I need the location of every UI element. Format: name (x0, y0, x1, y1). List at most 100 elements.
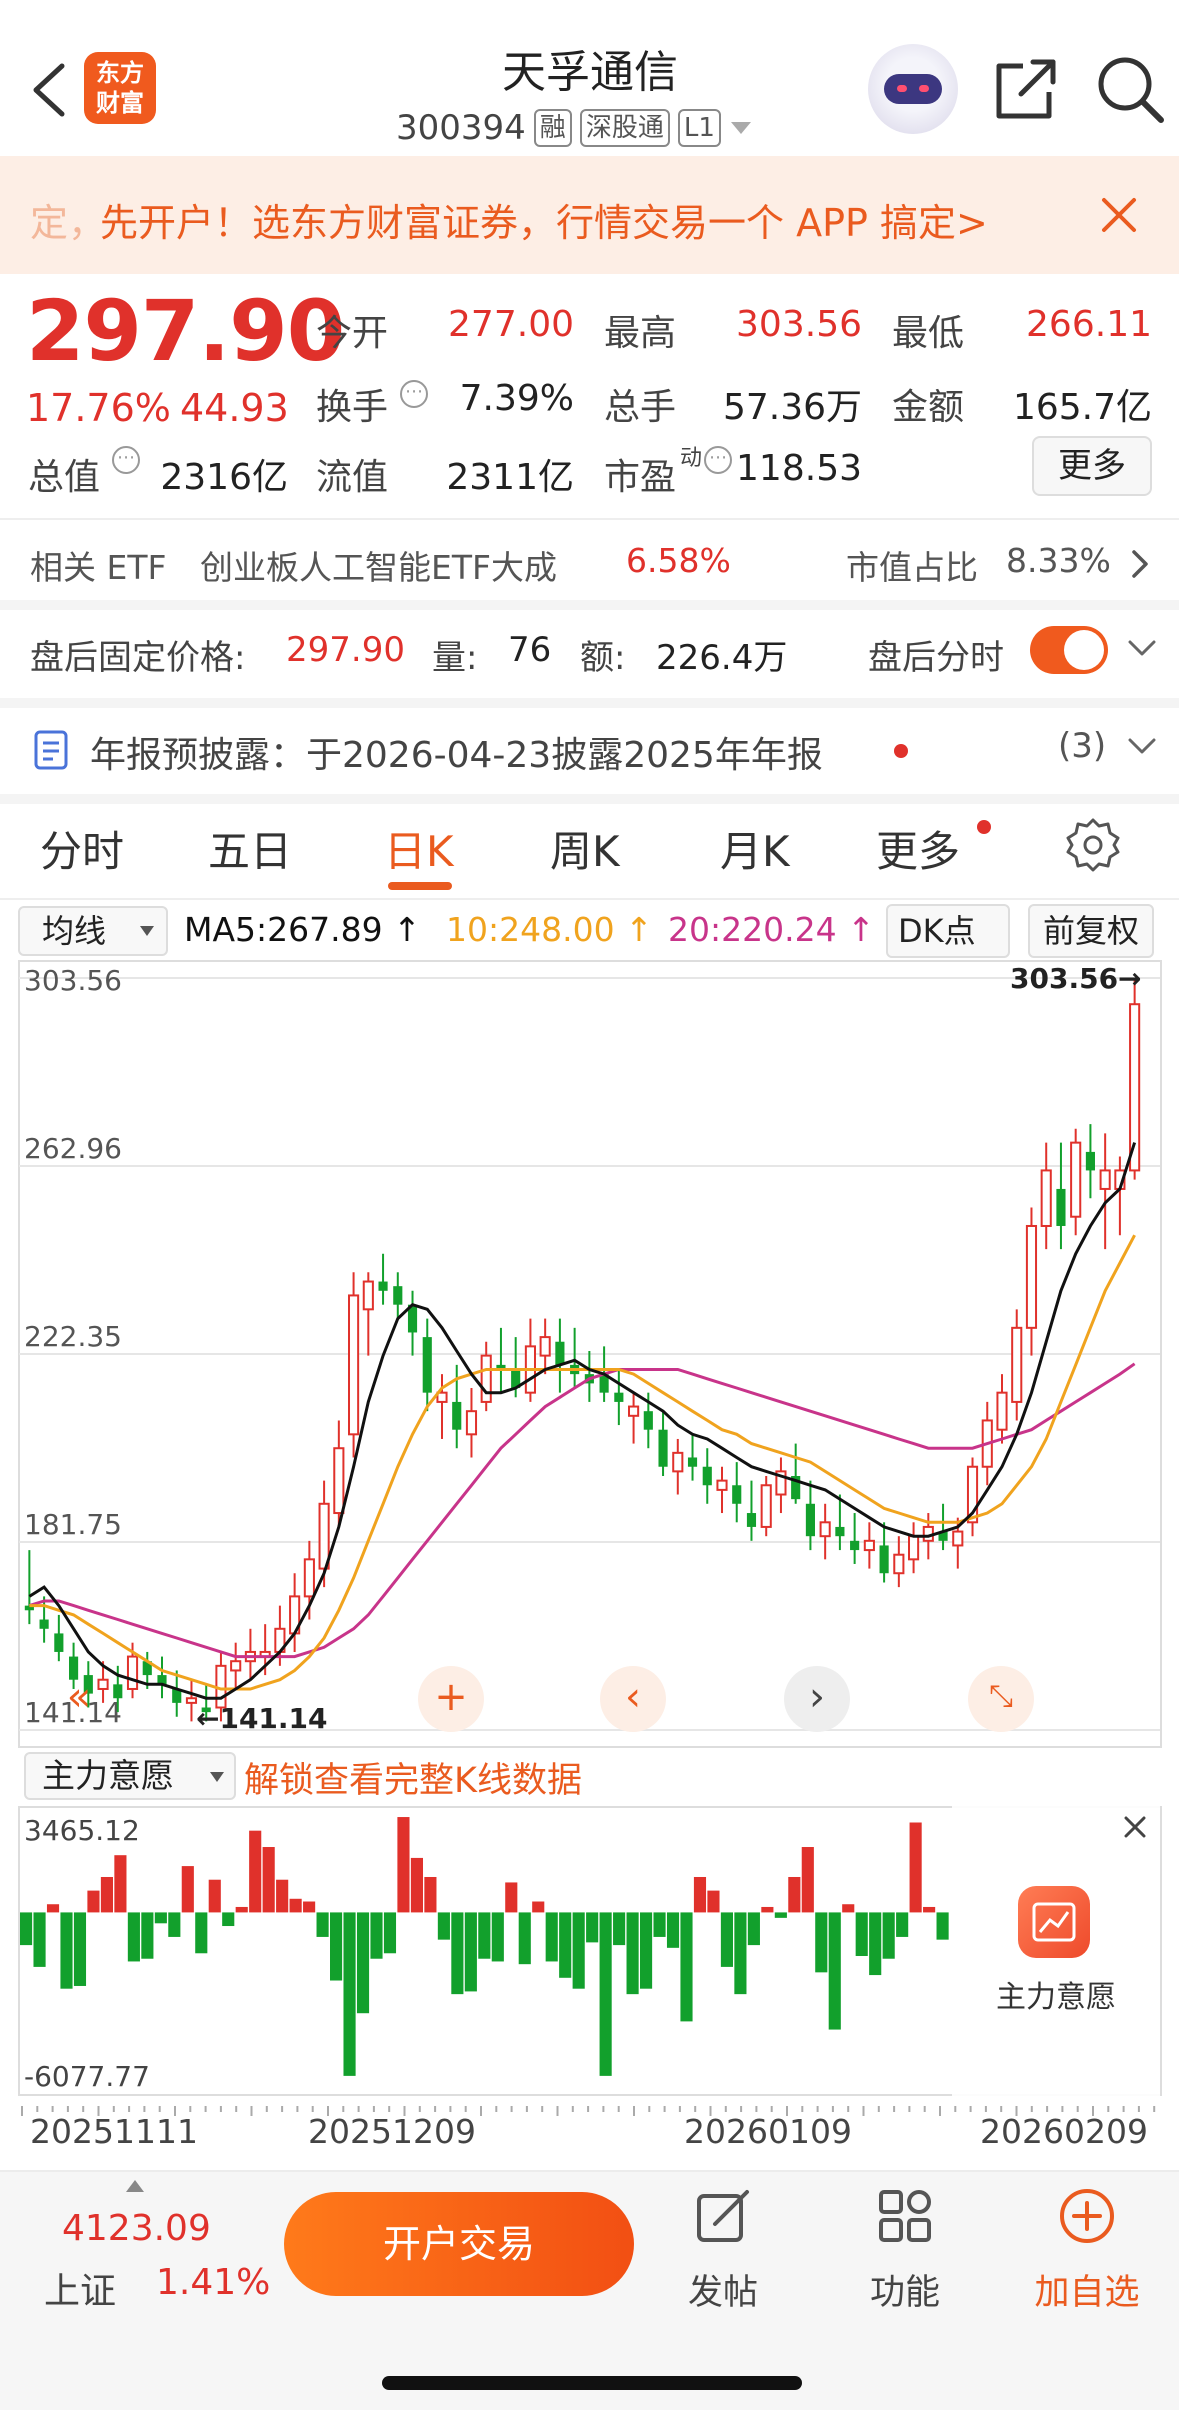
more-button[interactable]: 更多 (1032, 436, 1152, 496)
sub-indicator-select[interactable]: 主力意愿 (24, 1752, 236, 1800)
ma5-value: MA5:267.89 ↑ (184, 910, 421, 949)
indicator-bar (410, 1857, 423, 1913)
banner-text[interactable]: 先开户！选东方财富证券，行情交易一个 APP 搞定> (100, 192, 988, 247)
info-icon[interactable]: ⋯ (112, 446, 140, 474)
candle-body (952, 1530, 964, 1547)
open-account-trade-button[interactable]: 开户交易 (284, 2192, 634, 2296)
rewind-icon[interactable]: « (46, 1666, 112, 1732)
expand-icon[interactable]: ⤡ (968, 1666, 1034, 1732)
indicator-bar (46, 1904, 60, 1913)
candle-body (452, 1401, 462, 1430)
tag-level: L1 (677, 109, 721, 147)
candle-body (1070, 1141, 1082, 1218)
indicator-bar (249, 1830, 262, 1913)
turnover-label: 换手 (316, 387, 389, 428)
gear-icon[interactable] (1064, 816, 1122, 874)
y-tick-label: 262.96 (24, 1132, 122, 1165)
add-watchlist-button[interactable]: 加自选 (1022, 2186, 1152, 2315)
index-change[interactable]: 1.41% (156, 2262, 270, 2303)
indicator-bar (545, 1912, 558, 1962)
indicator-bar (842, 1904, 855, 1913)
indicator-bar (693, 1876, 707, 1913)
tab-daily-k[interactable]: 日K (384, 818, 454, 879)
tab-five-day[interactable]: 五日 (208, 818, 292, 879)
x-tick-label: 20251209 (308, 2112, 476, 2151)
mcap-value: 2316亿 (160, 457, 288, 498)
share-icon[interactable] (993, 56, 1059, 122)
indicator-bar (222, 1912, 235, 1927)
etf-label: 相关 ETF (30, 548, 167, 587)
chevron-down-icon[interactable] (1124, 732, 1160, 762)
y-tick-label: 222.35 (24, 1320, 122, 1353)
dk-point-button[interactable]: DK点 (886, 904, 1010, 958)
indicator-bar (761, 1906, 774, 1913)
indicator-bar (370, 1912, 383, 1959)
search-icon[interactable] (1095, 54, 1165, 124)
last-price: 297.90 (26, 282, 345, 380)
index-value[interactable]: 4123.09 (62, 2208, 211, 2249)
candle-body (614, 1392, 624, 1402)
candle-body (687, 1457, 698, 1467)
after-hours-toggle[interactable] (1030, 626, 1108, 674)
caret-down-icon (210, 1772, 224, 1782)
info-icon[interactable]: ⋯ (400, 380, 428, 408)
etf-name[interactable]: 创业板人工智能ETF大成 (200, 541, 557, 589)
post-button[interactable]: 发帖 (658, 2186, 788, 2315)
ma10-value: 10:248.00 ↑ (446, 910, 653, 949)
candle-body (658, 1429, 668, 1467)
indicator-bar (383, 1912, 397, 1954)
stock-code-row[interactable]: 300394 融 深股通 L1 (396, 108, 753, 148)
kline-chart[interactable]: 303.56262.96222.35181.75141.14303.56→←14… (18, 960, 1162, 1748)
low-label: 最低 (892, 313, 965, 354)
tab-weekly-k[interactable]: 周K (550, 818, 620, 879)
indicator-bar (572, 1912, 585, 1989)
change-amount: 44.93 (180, 386, 289, 430)
indicator-bar (195, 1912, 208, 1954)
index-up-arrow-icon (126, 2180, 144, 2192)
turnover-value: 7.39% (459, 378, 574, 419)
info-icon[interactable]: ⋯ (704, 446, 732, 474)
indicator-badge-icon[interactable] (1018, 1886, 1090, 1958)
chevron-right-icon[interactable] (1126, 546, 1154, 582)
close-icon[interactable] (1118, 1810, 1152, 1844)
tab-monthly-k[interactable]: 月K (720, 818, 790, 879)
indicator-bar (666, 1912, 680, 1948)
etf-change: 6.58% (626, 541, 731, 580)
tab-intraday[interactable]: 分时 (40, 818, 124, 879)
candle-body (1011, 1326, 1023, 1403)
active-tab-indicator (388, 882, 452, 890)
indicator-bar (491, 1912, 504, 1962)
ai-assistant-icon[interactable] (868, 44, 958, 134)
functions-button[interactable]: 功能 (840, 2186, 970, 2315)
float-label: 流值 (316, 457, 389, 498)
indicator-bar (559, 1912, 572, 1978)
zoom-in-icon[interactable]: + (418, 1666, 484, 1732)
close-icon[interactable] (1096, 192, 1142, 238)
home-indicator (382, 2376, 802, 2390)
unlock-data-link[interactable]: 解锁查看完整K线数据 (244, 1752, 582, 1803)
adjustment-button[interactable]: 前复权 (1028, 904, 1154, 958)
candle-body (1025, 1224, 1038, 1329)
tab-more[interactable]: 更多 (876, 818, 960, 879)
indicator-bar (33, 1912, 46, 1967)
indicator-bar (343, 1912, 356, 2076)
report-notice[interactable]: 年报预披露：于2026-04-23披露2025年年报 (90, 726, 823, 778)
promo-banner[interactable]: 先开户！选东方财富证券，行情交易一个 APP 搞定> 定， (0, 156, 1179, 274)
indicator-bar (801, 1847, 814, 1913)
candle-body (908, 1535, 920, 1561)
amount-label: 金额 (892, 387, 965, 428)
stock-name: 天孚通信 (502, 47, 678, 98)
banner-fade: 定， (0, 156, 106, 274)
indicator-max-label: 3465.12 (24, 1814, 140, 1847)
candle-body (819, 1521, 831, 1538)
candle-body (1056, 1188, 1066, 1226)
caret-down-icon (730, 122, 751, 134)
stock-code: 300394 (396, 108, 526, 148)
chevron-left-icon[interactable]: ‹ (600, 1666, 666, 1732)
back-arrow-icon[interactable] (26, 60, 72, 120)
open-label: 今开 (316, 313, 389, 354)
indicator-bar (936, 1912, 949, 1940)
chevron-right-icon[interactable]: › (784, 1666, 850, 1732)
chevron-down-icon[interactable] (1124, 634, 1160, 664)
index-name[interactable]: 上证 (44, 2262, 116, 2314)
